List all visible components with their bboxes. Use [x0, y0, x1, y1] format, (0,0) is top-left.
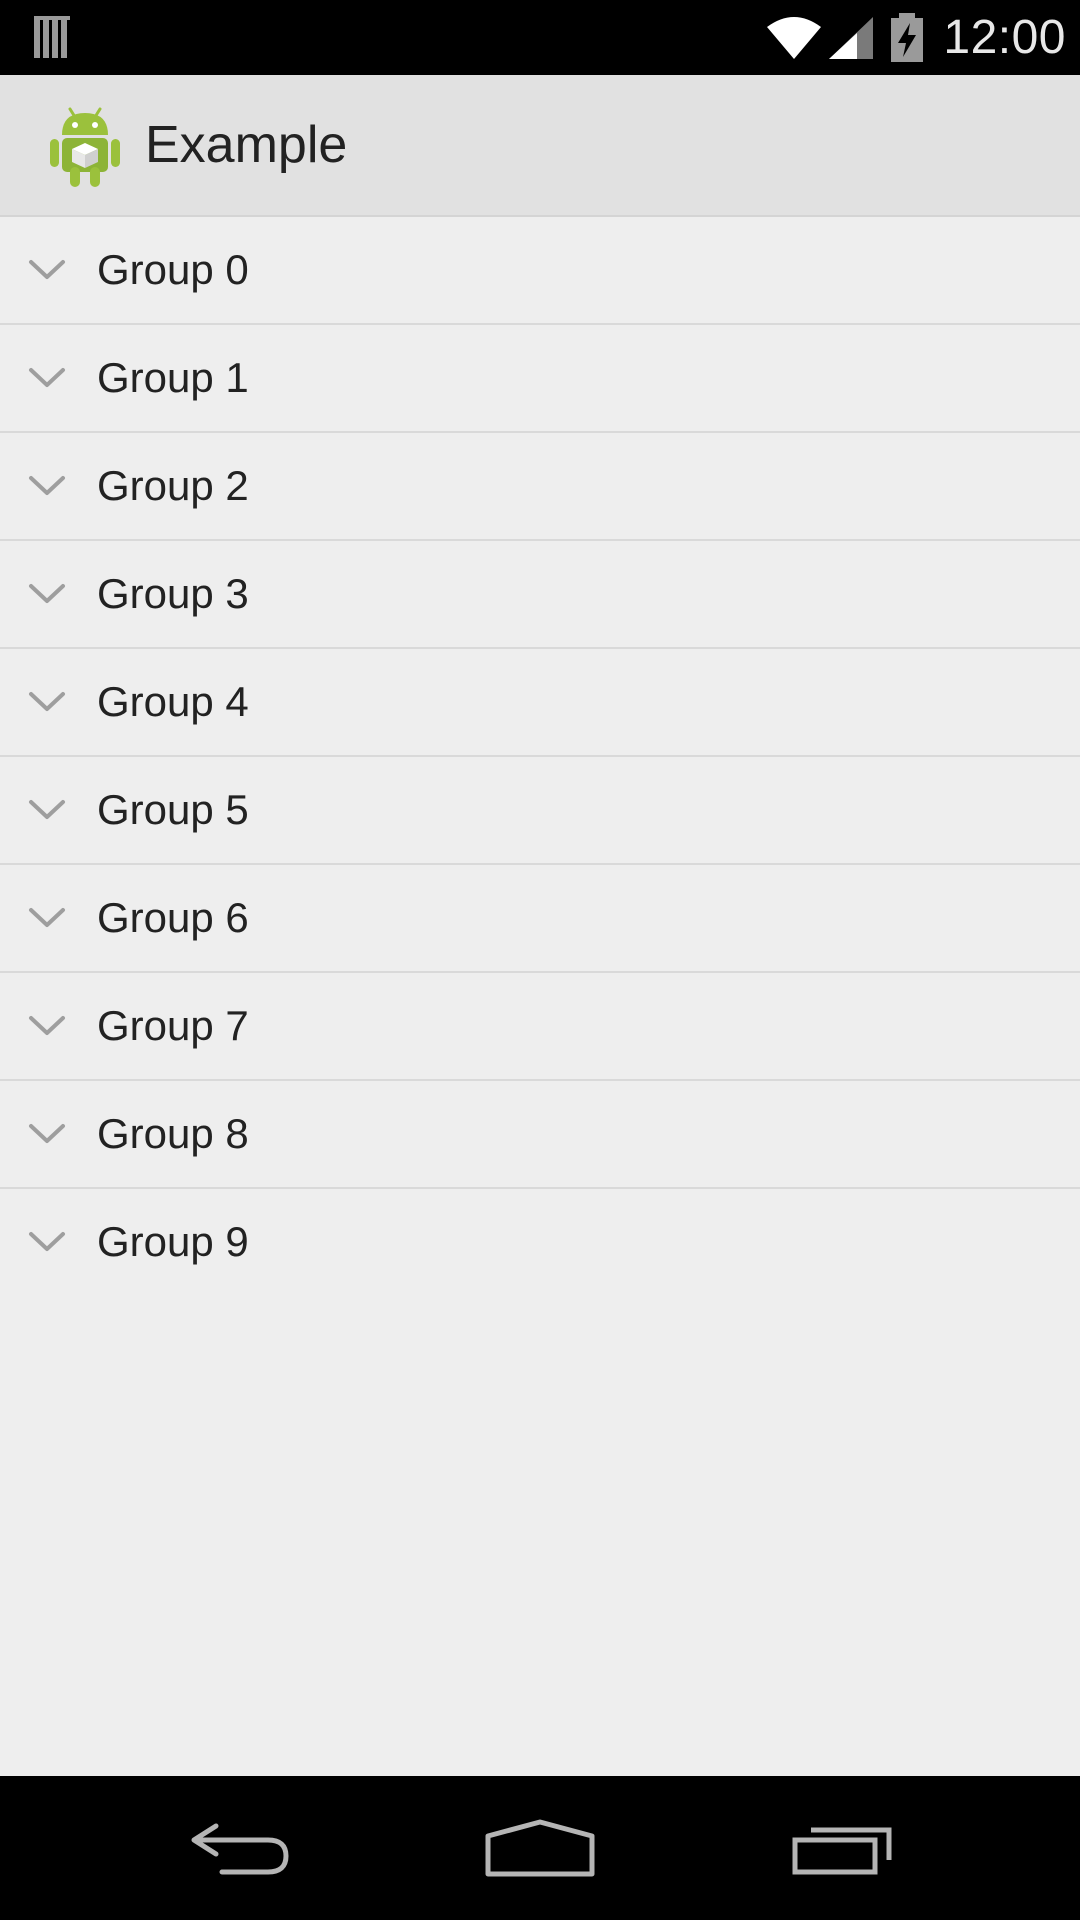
group-label: Group 5 [97, 786, 249, 833]
home-icon [485, 1819, 595, 1877]
group-row[interactable]: Group 3 [0, 541, 1080, 649]
chevron-down-icon [29, 692, 65, 711]
wifi-icon [767, 16, 822, 59]
action-bar: Example [0, 75, 1080, 217]
chevron-down-icon [29, 1016, 65, 1035]
group-label: Group 2 [97, 462, 249, 509]
group-label: Group 4 [97, 678, 249, 725]
group-row[interactable]: Group 5 [0, 757, 1080, 865]
status-clock: 12:00 [943, 11, 1066, 64]
status-bar: 12:00 [0, 0, 1080, 75]
chevron-down-icon [29, 476, 65, 495]
group-label: Group 6 [97, 894, 249, 941]
cell-signal-icon [829, 16, 874, 59]
chevron-down-icon [29, 1232, 65, 1251]
recents-button[interactable] [743, 1776, 943, 1920]
chevron-down-icon [29, 800, 65, 819]
group-row[interactable]: Group 6 [0, 865, 1080, 973]
chevron-down-icon [29, 908, 65, 927]
navigation-bar [0, 1776, 1080, 1920]
app-title: Example [145, 116, 348, 174]
home-button[interactable] [440, 1776, 640, 1920]
android-app-icon[interactable] [48, 105, 122, 189]
group-label: Group 9 [97, 1218, 249, 1265]
chevron-down-icon [29, 584, 65, 603]
chevron-down-icon [29, 1124, 65, 1143]
group-row[interactable]: Group 9 [0, 1189, 1080, 1295]
group-row[interactable]: Group 0 [0, 217, 1080, 325]
group-row[interactable]: Group 4 [0, 649, 1080, 757]
group-row[interactable]: Group 1 [0, 325, 1080, 433]
back-button[interactable] [140, 1776, 340, 1920]
back-icon [191, 1823, 289, 1875]
battery-charging-icon [891, 12, 924, 62]
group-row[interactable]: Group 7 [0, 973, 1080, 1081]
chevron-down-icon [29, 260, 65, 279]
chevron-down-icon [29, 368, 65, 387]
group-list: Group 0 Group 1 Group 2 Group 3 Group 4 Group… [0, 217, 1080, 1295]
app-screen: 12:00 Example Group 0 Group 1Group 2 Gro… [0, 0, 1080, 1920]
status-icons: 12:00 [765, 0, 1066, 75]
recents-icon [792, 1827, 892, 1875]
group-row[interactable]: Group 8 [0, 1081, 1080, 1189]
notification-bars-icon [34, 16, 70, 58]
group-label: Group 7 [97, 1002, 249, 1049]
group-row[interactable]: Group 2 [0, 433, 1080, 541]
group-label: Group 1 [97, 354, 249, 401]
group-label: Group 0 [97, 246, 249, 293]
group-label: Group 3 [97, 570, 249, 617]
group-label: Group 8 [97, 1110, 249, 1157]
